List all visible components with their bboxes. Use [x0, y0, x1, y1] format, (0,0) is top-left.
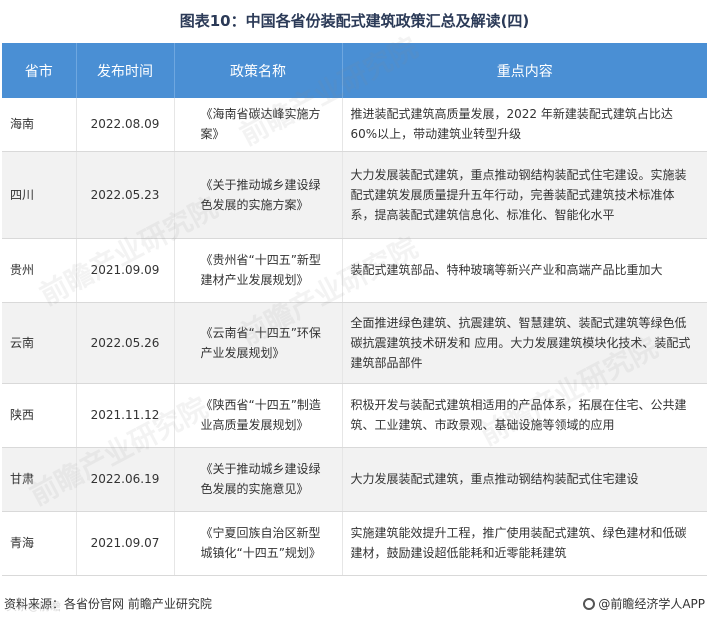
cell-province: 云南: [2, 302, 77, 384]
cell-content: 大力发展装配式建筑，重点推动钢结构装配式住宅建设: [342, 447, 707, 512]
table-row: 贵州 2021.09.09 《贵州省“十四五”新型建材产业发展规划》 装配式建筑…: [2, 238, 707, 303]
cell-province: 海南: [2, 98, 77, 152]
header-province: 省市: [2, 43, 77, 98]
cell-policy: 《关于推动城乡建设绿色发展的实施方案》: [174, 151, 343, 239]
footer: 资料来源：各省份官网 前瞻产业研究院 @前瞻经济学人APP: [0, 592, 709, 616]
table-row: 青海 2021.09.07 《宁夏回族自治区新型城镇化“十四五”规划》 实施建筑…: [2, 511, 707, 576]
cell-province: 四川: [2, 151, 77, 239]
cell-policy: 《海南省碳达峰实施方案》: [174, 98, 343, 152]
cell-date: 2021.09.07: [76, 511, 175, 576]
cell-date: 2021.11.12: [76, 383, 175, 448]
cell-policy: 《云南省“十四五”环保产业发展规划》: [174, 302, 343, 384]
table-row: 云南 2022.05.26 《云南省“十四五”环保产业发展规划》 全面推进绿色建…: [2, 302, 707, 384]
cell-content: 大力发展装配式建筑，重点推动钢结构装配式住宅建设。实施装配式建筑发展质量提升五年…: [342, 151, 707, 239]
cell-policy: 《关于推动城乡建设绿色发展的实施意见》: [174, 447, 343, 512]
cell-province: 贵州: [2, 238, 77, 303]
table-row: 甘肃 2022.06.19 《关于推动城乡建设绿色发展的实施意见》 大力发展装配…: [2, 447, 707, 512]
cell-date: 2022.05.26: [76, 302, 175, 384]
cell-content: 推进装配式建筑高质量发展，2022 年新建装配式建筑占比达 60%以上，带动建筑…: [342, 98, 707, 152]
watermark-sub: 头条@前瞻: [6, 600, 61, 613]
cell-content: 积极开发与装配式建筑相适用的产品体系，拓展在住宅、公共建筑、工业建筑、市政景观、…: [342, 383, 707, 448]
cell-policy: 《陕西省“十四五”制造业高质量发展规划》: [174, 383, 343, 448]
cell-date: 2022.08.09: [76, 98, 175, 152]
brand-credit: @前瞻经济学人APP: [583, 592, 705, 616]
brand-text: @前瞻经济学人APP: [598, 597, 705, 611]
table-header-row: 省市 发布时间 政策名称 重点内容: [2, 43, 707, 98]
cell-policy: 《贵州省“十四五”新型建材产业发展规划》: [174, 238, 343, 303]
cell-date: 2022.06.19: [76, 447, 175, 512]
cell-policy: 《宁夏回族自治区新型城镇化“十四五”规划》: [174, 511, 343, 576]
chart-title: 图表10：中国各省份装配式建筑政策汇总及解读(四): [179, 12, 530, 30]
cell-province: 青海: [2, 511, 77, 576]
header-policy: 政策名称: [174, 43, 343, 98]
cell-province: 甘肃: [2, 447, 77, 512]
policy-table: 省市 发布时间 政策名称 重点内容 海南 2022.08.09 《海南省碳达峰实…: [2, 43, 707, 576]
cell-date: 2022.05.23: [76, 151, 175, 239]
header-date: 发布时间: [76, 43, 175, 98]
header-content: 重点内容: [342, 43, 707, 98]
table-row: 海南 2022.08.09 《海南省碳达峰实施方案》 推进装配式建筑高质量发展，…: [2, 98, 707, 152]
brand-logo-icon: [583, 598, 596, 610]
cell-province: 陕西: [2, 383, 77, 448]
cell-content: 全面推进绿色建筑、抗震建筑、智慧建筑、装配式建筑等绿色低碳抗震建筑技术研发和 应…: [342, 302, 707, 384]
cell-content: 实施建筑能效提升工程，推广使用装配式建筑、绿色建材和低碳建材，鼓励建设超低能耗和…: [342, 511, 707, 576]
cell-content: 装配式建筑部品、特种玻璃等新兴产业和高端产品比重加大: [342, 238, 707, 303]
table-row: 陕西 2021.11.12 《陕西省“十四五”制造业高质量发展规划》 积极开发与…: [2, 383, 707, 448]
cell-date: 2021.09.09: [76, 238, 175, 303]
table-row: 四川 2022.05.23 《关于推动城乡建设绿色发展的实施方案》 大力发展装配…: [2, 151, 707, 239]
